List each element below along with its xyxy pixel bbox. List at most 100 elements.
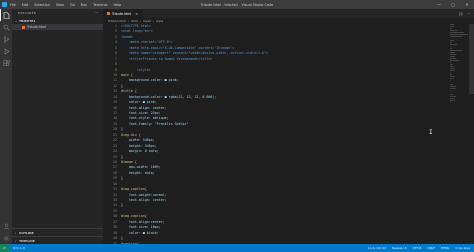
explorer-header: EXPLORER ··· xyxy=(12,9,103,17)
minimap-line xyxy=(450,96,456,97)
minimap-line xyxy=(450,50,462,51)
minimap-line xyxy=(450,32,465,33)
menu-view[interactable]: View xyxy=(56,3,64,7)
minimap-line xyxy=(450,60,459,61)
minimap-line xyxy=(450,94,454,95)
timeline-section[interactable]: › TIMELINE xyxy=(12,236,103,244)
menu-help[interactable]: Help xyxy=(114,3,122,7)
minimap-line xyxy=(450,74,452,75)
tab-tribute-html[interactable]: Tribute.html × xyxy=(103,9,143,18)
line-endings[interactable]: CRLF xyxy=(427,246,435,250)
status-bar: ⇄ ⊗ 0 ⚠ 0 Ln 9, Col 12 Spaces: 4 UTF-8 C… xyxy=(0,244,474,252)
line-text: color: ■ black; xyxy=(121,230,159,235)
minimap-line xyxy=(450,24,454,25)
files-icon[interactable] xyxy=(0,9,12,21)
vertical-scrollbar[interactable] xyxy=(469,24,474,94)
cursor-position[interactable]: Ln 9, Col 12 xyxy=(368,246,386,250)
more-actions-icon[interactable]: ··· xyxy=(467,12,470,16)
breadcrumb-item[interactable]: html xyxy=(131,19,138,23)
outline-label: OUTLINE xyxy=(19,230,34,235)
file-label: Tribute.html xyxy=(27,25,47,29)
run-debug-icon[interactable] xyxy=(0,45,12,57)
problems-indicator[interactable]: ⊗ 0 ⚠ 0 xyxy=(13,246,25,250)
minimize-button[interactable]: — xyxy=(432,0,446,9)
mouse-cursor-icon: I xyxy=(429,129,433,136)
indentation[interactable]: Spaces: 4 xyxy=(392,246,407,250)
html-file-icon xyxy=(107,12,110,15)
minimap-line xyxy=(450,58,456,59)
minimap-line xyxy=(450,86,456,87)
remote-indicator-icon[interactable]: ⇄ xyxy=(0,244,9,252)
folder-label: TRIBUTE1 xyxy=(19,18,36,23)
menu-run[interactable]: Run xyxy=(81,3,88,7)
chevron-right-icon: › xyxy=(152,19,155,23)
timeline-label: TIMELINE xyxy=(19,238,35,243)
minimap-line xyxy=(450,34,468,35)
minimap-line xyxy=(450,68,455,69)
split-editor-icon[interactable]: ▯▯ xyxy=(459,12,463,16)
menu-file[interactable]: File xyxy=(10,3,16,7)
more-actions-icon[interactable]: ··· xyxy=(94,10,99,15)
minimap-line xyxy=(450,64,453,65)
account-icon[interactable] xyxy=(0,220,12,232)
minimap-line xyxy=(450,40,454,41)
settings-gear-icon[interactable] xyxy=(0,232,12,244)
chevron-right-icon: › xyxy=(128,19,130,23)
line-text: <title>Tribute to Swami Vivekanand</titl… xyxy=(121,56,213,61)
menu-bar: File Edit Selection View Go Run Terminal… xyxy=(10,3,121,7)
minimap-line xyxy=(450,30,457,31)
breadcrumb-item[interactable]: Tribute.html xyxy=(108,19,126,23)
minimap-line xyxy=(450,98,455,99)
minimap-line xyxy=(450,84,454,85)
minimap-line xyxy=(450,26,454,27)
go-live-button[interactable]: ⊙ Go Live xyxy=(455,246,470,250)
explorer-title: EXPLORER xyxy=(18,11,37,15)
extensions-icon[interactable] xyxy=(0,57,12,69)
menu-go[interactable]: Go xyxy=(70,3,75,7)
tab-label: Tribute.html xyxy=(112,11,132,16)
minimap-line xyxy=(450,66,455,67)
close-button[interactable]: ✕ xyxy=(460,0,474,9)
minimap-line xyxy=(450,56,455,57)
encoding[interactable]: UTF-8 xyxy=(413,246,422,250)
menu-selection[interactable]: Selection xyxy=(34,3,50,7)
source-control-icon[interactable] xyxy=(0,33,12,45)
minimap-line xyxy=(450,76,455,77)
line-text: text-align: center; xyxy=(121,198,167,202)
line-text: margin: 0 auto; xyxy=(121,149,159,154)
line-text: } xyxy=(121,203,123,208)
explorer-sidebar: EXPLORER ··· ⌄ TRIBUTE1 Tribute.html › O… xyxy=(12,9,103,244)
minimap-line xyxy=(450,48,452,49)
code-editor[interactable]: 1 <!DOCTYPE html> 2 <html lang="en"> 3 <head>… xyxy=(103,24,474,246)
breadcrumb-item[interactable]: style xyxy=(156,19,163,23)
activity-bar xyxy=(0,9,12,244)
editor-tabs: Tribute.html × ▯▯ ··· xyxy=(103,9,474,18)
menu-edit[interactable]: Edit xyxy=(22,3,29,7)
search-icon[interactable] xyxy=(0,21,12,33)
breadcrumb-item[interactable]: head xyxy=(143,19,151,23)
minimap-line xyxy=(450,42,452,43)
minimap-line xyxy=(450,70,455,71)
minimap-line xyxy=(450,52,455,53)
line-text: height: auto; xyxy=(121,170,155,175)
minimap-line xyxy=(450,36,462,37)
line-text: font-family: "Franklin Gothic" xyxy=(121,121,189,126)
minimap-line xyxy=(450,100,455,101)
minimap-line xyxy=(450,88,456,89)
language-mode[interactable]: HTML xyxy=(441,246,449,250)
file-tribute-html[interactable]: Tribute.html xyxy=(12,24,103,30)
close-tab-icon[interactable]: × xyxy=(135,12,138,16)
minimap[interactable] xyxy=(450,24,468,104)
chevron-right-icon: › xyxy=(140,19,142,23)
folder-tribute1[interactable]: ⌄ TRIBUTE1 xyxy=(12,17,103,24)
line-text: } xyxy=(121,176,123,181)
title-bar: File Edit Selection View Go Run Terminal… xyxy=(0,0,474,9)
minimap-line xyxy=(450,28,452,29)
outline-section[interactable]: › OUTLINE xyxy=(12,228,103,236)
vscode-logo-icon xyxy=(0,0,8,9)
minimap-line xyxy=(450,54,456,55)
minimap-line xyxy=(450,44,458,45)
maximize-button[interactable]: ▢ xyxy=(446,0,460,9)
menu-terminal[interactable]: Terminal xyxy=(93,3,107,7)
editor-area: Tribute.html × ▯▯ ··· Tribute.html › htm… xyxy=(103,9,474,246)
